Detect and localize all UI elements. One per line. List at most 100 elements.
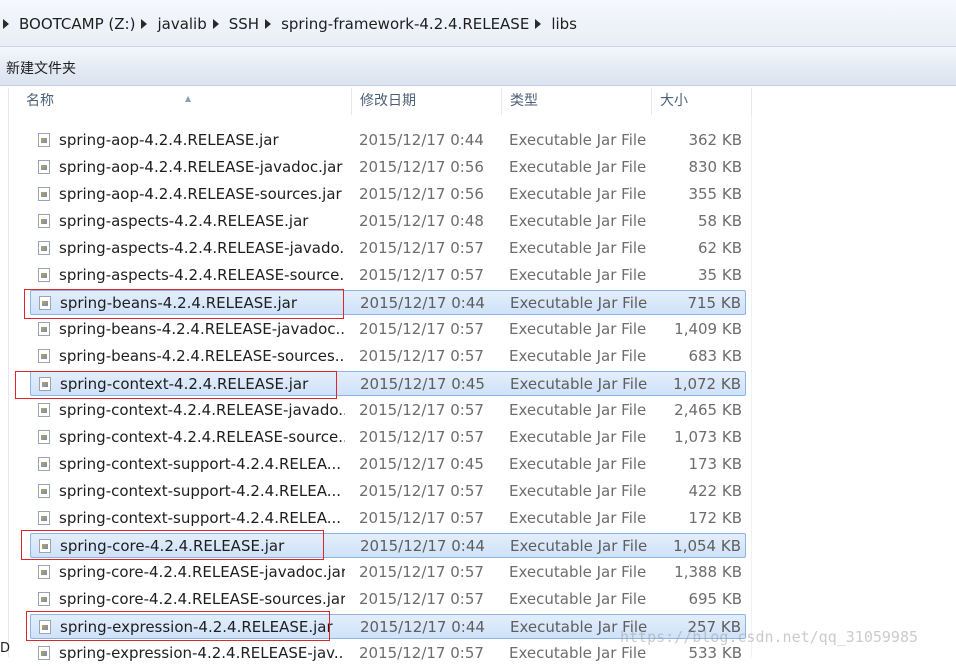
file-date: 2015/12/17 0:44 (360, 537, 485, 555)
jar-file-icon (38, 592, 50, 606)
file-size: 2,465 KB (674, 401, 742, 419)
file-date: 2015/12/17 0:44 (360, 618, 485, 636)
file-size: 62 KB (698, 239, 742, 257)
annotation-highlight-expression (26, 611, 330, 641)
file-date: 2015/12/17 0:57 (359, 563, 484, 581)
file-type: Executable Jar File (509, 563, 647, 581)
breadcrumb-item-drive[interactable]: BOOTCAMP (Z:) (19, 15, 135, 33)
column-header-date[interactable]: 修改日期 (352, 88, 502, 115)
file-row[interactable]: spring-aop-4.2.4.RELEASE-javadoc.jar 2015… (30, 155, 746, 180)
file-size: 1,072 KB (673, 375, 741, 393)
file-row[interactable]: spring-context-support-4.2.4.RELEA... 201… (30, 479, 746, 504)
file-type: Executable Jar File (509, 239, 647, 257)
file-size: 173 KB (688, 455, 742, 473)
column-header-size-label: 大小 (660, 93, 688, 109)
file-row[interactable]: spring-aspects-4.2.4.RELEASE.jar 2015/12/… (30, 209, 746, 234)
chevron-right-icon[interactable] (535, 19, 542, 29)
jar-file-icon (38, 430, 50, 444)
chevron-right-icon[interactable] (265, 19, 272, 29)
breadcrumb-item-spring-framework[interactable]: spring-framework-4.2.4.RELEASE (281, 15, 529, 33)
command-toolbar: 新建文件夹 (0, 46, 956, 86)
file-date: 2015/12/17 0:57 (359, 347, 484, 365)
file-type: Executable Jar File (509, 212, 647, 230)
file-name: spring-expression-4.2.4.RELEASE-jav... (59, 644, 345, 662)
breadcrumb-item-javalib[interactable]: javalib (157, 15, 206, 33)
navigation-pane-divider[interactable] (8, 88, 9, 657)
file-row[interactable]: spring-context-4.2.4.RELEASE-javado... 20… (30, 398, 746, 423)
column-header-type[interactable]: 类型 (502, 88, 652, 115)
file-row[interactable]: spring-core-4.2.4.RELEASE-sources.jar 201… (30, 587, 746, 612)
file-size: 58 KB (698, 212, 742, 230)
file-row[interactable]: spring-aspects-4.2.4.RELEASE-javado... 20… (30, 236, 746, 261)
column-header-name[interactable]: 名称 ▲ (18, 88, 352, 115)
jar-file-icon (38, 160, 50, 174)
file-row[interactable]: spring-beans-4.2.4.RELEASE-javadoc.... 20… (30, 317, 746, 342)
address-bar[interactable]: BOOTCAMP (Z:) javalib SSH spring-framewo… (0, 0, 956, 46)
file-row[interactable]: spring-context-support-4.2.4.RELEA... 201… (30, 506, 746, 531)
chevron-right-icon[interactable] (141, 19, 148, 29)
file-type: Executable Jar File (509, 482, 647, 500)
file-size: 715 KB (687, 294, 741, 312)
file-size: 1,073 KB (674, 428, 742, 446)
file-row[interactable]: spring-aop-4.2.4.RELEASE-sources.jar 2015… (30, 182, 746, 207)
file-type: Executable Jar File (509, 131, 647, 149)
file-row[interactable]: spring-beans-4.2.4.RELEASE-sources.... 20… (30, 344, 746, 369)
file-name: spring-core-4.2.4.RELEASE-sources.jar (59, 590, 345, 608)
jar-file-icon (38, 349, 50, 363)
file-row[interactable]: spring-aop-4.2.4.RELEASE.jar 2015/12/17 0… (30, 128, 746, 153)
file-name: spring-beans-4.2.4.RELEASE-javadoc.... (59, 320, 345, 338)
file-row[interactable]: spring-context-support-4.2.4.RELEA... 201… (30, 452, 746, 477)
file-type: Executable Jar File (509, 644, 647, 662)
file-size: 355 KB (688, 185, 742, 203)
file-row[interactable]: spring-context-4.2.4.RELEASE-source... 20… (30, 425, 746, 450)
file-name: spring-context-support-4.2.4.RELEA... (59, 482, 342, 500)
jar-file-icon (38, 133, 50, 147)
file-size: 683 KB (688, 347, 742, 365)
file-date: 2015/12/17 0:57 (359, 644, 484, 662)
file-name: spring-aop-4.2.4.RELEASE.jar (59, 131, 279, 149)
file-date: 2015/12/17 0:57 (359, 482, 484, 500)
file-size: 1,054 KB (673, 537, 741, 555)
file-date: 2015/12/17 0:57 (359, 509, 484, 527)
file-size: 422 KB (688, 482, 742, 500)
column-header-row: 名称 ▲ 修改日期 类型 大小 (18, 88, 752, 115)
column-right-edge (751, 88, 752, 657)
file-name: spring-core-4.2.4.RELEASE-javadoc.jar (59, 563, 345, 581)
breadcrumb-item-libs[interactable]: libs (551, 15, 577, 33)
file-name: spring-context-support-4.2.4.RELEA... (59, 509, 342, 527)
file-type: Executable Jar File (509, 185, 647, 203)
file-type: Executable Jar File (510, 294, 648, 312)
file-type: Executable Jar File (510, 537, 648, 555)
file-date: 2015/12/17 0:48 (359, 212, 484, 230)
file-date: 2015/12/17 0:56 (359, 158, 484, 176)
file-name: spring-beans-4.2.4.RELEASE-sources.... (59, 347, 345, 365)
file-date: 2015/12/17 0:44 (360, 294, 485, 312)
file-name: spring-aspects-4.2.4.RELEASE-source... (59, 266, 345, 284)
file-type: Executable Jar File (509, 509, 647, 527)
file-type: Executable Jar File (509, 266, 647, 284)
file-size: 533 KB (688, 644, 742, 662)
file-row[interactable]: spring-aspects-4.2.4.RELEASE-source... 20… (30, 263, 746, 288)
jar-file-icon (38, 241, 50, 255)
file-date: 2015/12/17 0:45 (360, 375, 485, 393)
file-name: spring-aop-4.2.4.RELEASE-sources.jar (59, 185, 342, 203)
chevron-right-icon[interactable] (3, 19, 9, 29)
new-folder-button[interactable]: 新建文件夹 (6, 58, 76, 78)
file-type: Executable Jar File (509, 455, 647, 473)
file-type: Executable Jar File (509, 158, 647, 176)
file-date: 2015/12/17 0:57 (359, 590, 484, 608)
annotation-highlight-beans (24, 289, 344, 319)
jar-file-icon (38, 457, 50, 471)
file-size: 695 KB (688, 590, 742, 608)
column-header-size[interactable]: 大小 (652, 88, 752, 115)
file-type: Executable Jar File (509, 401, 647, 419)
file-size: 1,388 KB (674, 563, 742, 581)
chevron-right-icon[interactable] (212, 19, 219, 29)
watermark-text: https://blog.csdn.net/qq_31059985 (620, 628, 919, 646)
file-row[interactable]: spring-core-4.2.4.RELEASE-javadoc.jar 201… (30, 560, 746, 585)
breadcrumb-item-ssh[interactable]: SSH (229, 15, 259, 33)
column-header-date-label: 修改日期 (360, 93, 416, 109)
file-date: 2015/12/17 0:57 (359, 428, 484, 446)
file-name: spring-context-4.2.4.RELEASE-source... (59, 428, 345, 446)
jar-file-icon (38, 322, 50, 336)
